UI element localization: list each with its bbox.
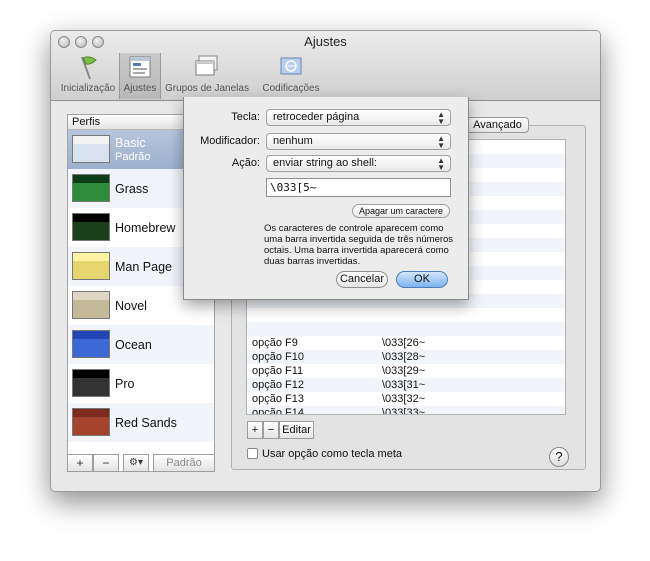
profile-thumbnail xyxy=(72,174,110,202)
profile-thumbnail xyxy=(72,369,110,397)
action-cell: \033[32~ xyxy=(382,393,426,405)
toolbar-ajustes[interactable]: Ajustes xyxy=(119,53,161,99)
profile-thumbnail xyxy=(72,291,110,319)
edit-key-button[interactable]: Editar xyxy=(279,421,314,439)
action-cell: \033[28~ xyxy=(382,351,426,363)
action-cell: \033[29~ xyxy=(382,365,426,377)
modificador-label: Modificador: xyxy=(200,135,260,147)
profiles-toolbar: + − ⚙▾ Padrão xyxy=(67,454,215,474)
profile-name: Ocean xyxy=(115,338,152,352)
flag-icon xyxy=(81,56,97,80)
updown-arrows-icon: ▲ ▼ xyxy=(437,110,445,126)
ok-button[interactable]: OK xyxy=(396,271,448,288)
titlebar: Ajustes Inicialização Ajustes Grupos de … xyxy=(51,31,600,101)
globe-flag-icon xyxy=(280,57,302,75)
meta-option-row[interactable]: Usar opção como tecla meta xyxy=(247,448,402,460)
string-input[interactable]: \033[5~ xyxy=(266,178,451,197)
profile-name: Homebrew xyxy=(115,221,176,235)
profile-thumbnail xyxy=(72,330,110,358)
meta-checkbox[interactable] xyxy=(247,448,258,459)
profile-item[interactable]: Ocean xyxy=(68,325,214,364)
modificador-value: nenhum xyxy=(273,135,313,147)
toolbar-inicializacao[interactable]: Inicialização xyxy=(57,53,119,99)
profile-thumbnail xyxy=(72,252,110,280)
key-cell: opção F12 xyxy=(252,379,304,391)
table-row[interactable]: opção F14 \033[33~ xyxy=(247,406,565,415)
profile-thumbnail xyxy=(72,213,110,241)
profile-name: Novel xyxy=(115,299,147,313)
cancel-button[interactable]: Cancelar xyxy=(336,271,388,288)
updown-arrows-icon: ▲ ▼ xyxy=(437,156,445,172)
default-profile-button[interactable]: Padrão xyxy=(153,454,215,472)
acao-label: Ação: xyxy=(231,157,260,169)
profile-item[interactable]: Pro xyxy=(68,364,214,403)
profile-name: Man Page xyxy=(115,260,172,274)
key-cell: opção F9 xyxy=(252,337,298,349)
table-row-hidden xyxy=(247,322,565,336)
toolbar-codificacoes[interactable]: Codificações xyxy=(256,53,326,99)
table-row[interactable]: opção F13 \033[32~ xyxy=(247,392,565,406)
acao-value: enviar string ao shell: xyxy=(273,157,377,169)
remove-key-button[interactable]: − xyxy=(263,421,279,439)
profile-item[interactable]: Red Sands xyxy=(68,403,214,442)
edit-key-sheet: Tecla: retroceder página ▲ ▼ Modificador:… xyxy=(183,97,469,300)
meta-checkbox-label: Usar opção como tecla meta xyxy=(262,448,403,460)
add-profile-button[interactable]: + xyxy=(67,454,93,472)
acao-popup[interactable]: enviar string ao shell: ▲ ▼ xyxy=(266,155,451,172)
gear-menu-button[interactable]: ⚙▾ xyxy=(123,454,149,472)
table-row-hidden xyxy=(247,308,565,322)
profile-thumbnail xyxy=(72,408,110,436)
window-title: Ajustes xyxy=(304,34,347,49)
tecla-value: retroceder página xyxy=(273,111,360,123)
toolbar-grupos-de-janelas[interactable]: Grupos de Janelas xyxy=(162,53,252,99)
delete-character-button[interactable]: Apagar um caractere xyxy=(352,204,450,218)
table-row[interactable]: opção F10 \033[28~ xyxy=(247,350,565,364)
table-row[interactable]: opção F12 \033[31~ xyxy=(247,378,565,392)
profile-name: Basic xyxy=(115,136,146,150)
action-cell: \033[26~ xyxy=(382,337,426,349)
help-button[interactable]: ? xyxy=(549,447,569,467)
table-row[interactable]: opção F11 \033[29~ xyxy=(247,364,565,378)
action-cell: \033[31~ xyxy=(382,379,426,391)
profile-thumbnail xyxy=(72,135,110,163)
action-cell: \033[33~ xyxy=(382,407,426,415)
settings-window-icon xyxy=(129,56,151,78)
key-cell: opção F10 xyxy=(252,351,304,363)
add-key-button[interactable]: + xyxy=(247,421,263,439)
key-cell: opção F11 xyxy=(252,365,304,377)
key-cell: opção F14 xyxy=(252,407,304,415)
remove-profile-button[interactable]: − xyxy=(93,454,119,472)
window-groups-icon xyxy=(195,55,218,76)
tab-avancado[interactable]: Avançado xyxy=(466,117,529,133)
profile-name: Grass xyxy=(115,182,149,196)
profile-name: Pro xyxy=(115,377,135,391)
profile-default-label: Padrão xyxy=(115,151,151,163)
table-row[interactable]: opção F9 \033[26~ xyxy=(247,336,565,350)
modificador-popup[interactable]: nenhum ▲ ▼ xyxy=(266,133,451,150)
control-chars-note: Os caracteres de controle aparecem como … xyxy=(264,223,454,267)
key-cell: opção F13 xyxy=(252,393,304,405)
profile-name: Red Sands xyxy=(115,416,177,430)
tecla-popup[interactable]: retroceder página ▲ ▼ xyxy=(266,109,451,126)
updown-arrows-icon: ▲ ▼ xyxy=(437,134,445,150)
tecla-label: Tecla: xyxy=(231,111,260,123)
